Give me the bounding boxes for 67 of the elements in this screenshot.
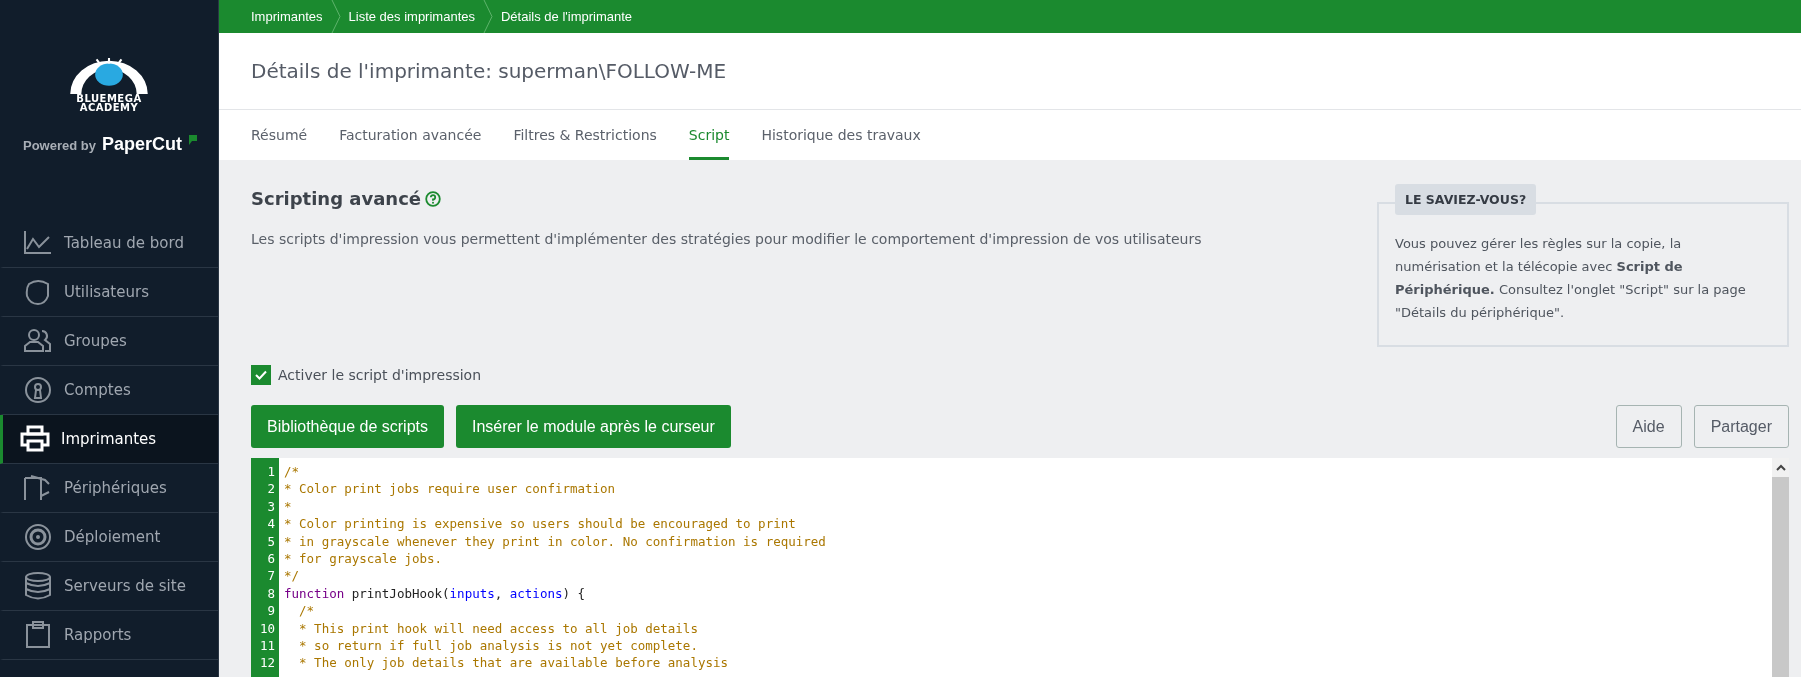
chevron-icon [330, 0, 341, 33]
code-line: /* [284, 463, 301, 481]
tip-text: Vous pouvez gérer les règles sur la copie, la numérisation et la télécopie avec Script de Périphérique. Consultez l'onglet "Script" sur la page "Détails du périphérique". [1395, 235, 1747, 322]
toolbar-button[interactable]: Aide [1615, 405, 1682, 448]
line-number: 12 [258, 654, 276, 672]
tab[interactable]: Script [688, 110, 730, 160]
code-line: function printJobHook(inputs, actions) { [284, 584, 587, 603]
toolbar-button[interactable]: Bibliothèque de scripts [251, 405, 444, 448]
code-line: * so return if full job analysis is not yet complete. [298, 637, 699, 655]
toolbar-button[interactable]: Insérer le module après le curseur [456, 405, 731, 448]
code-line: * in grayscale whenever they print in color. No confirmation is required [284, 532, 827, 551]
sidebar-item[interactable]: Déploiement [0, 513, 218, 562]
line-number: 5 [266, 532, 276, 551]
checkmark-icon [255, 370, 267, 380]
line-number: 3 [266, 497, 276, 516]
breadcrumb-link[interactable]: Détails de l'imprimante [501, 9, 633, 24]
line-number: 11 [258, 637, 276, 655]
toolbar-button[interactable]: Partager [1693, 405, 1789, 448]
code-line: */ [284, 567, 301, 585]
sidebar-item[interactable]: Utilisateurs [0, 268, 218, 317]
code-line: * Color print jobs require user confirmation [284, 480, 617, 498]
tip-title: LE SAVIEZ-VOUS? [1395, 184, 1537, 215]
line-number: 9 [266, 602, 276, 620]
powered-by-text: Powered by [23, 138, 96, 153]
tab[interactable]: Filtres & Restrictions [513, 110, 657, 160]
help-icon [425, 190, 442, 207]
breadcrumb-link[interactable]: Imprimantes [251, 9, 323, 24]
sidebar-item[interactable]: Périphériques [0, 464, 218, 513]
code-line: /* [298, 602, 316, 620]
breadcrumb-link[interactable]: Liste des imprimantes [348, 9, 475, 24]
line-number: 1 [266, 463, 276, 481]
line-number: 6 [266, 550, 276, 568]
code-line: * This print hook will need access to all job details [298, 619, 699, 638]
section-description: Les scripts d'impression vous permettent d'implémenter des stratégies pour modifier le comportement d'impression de vos utilisateurs [251, 231, 1202, 247]
tab[interactable]: Résumé [251, 110, 308, 160]
tab[interactable]: Facturation avancée [339, 110, 482, 160]
line-number: 10 [258, 619, 276, 638]
target-icon [23, 523, 53, 551]
code-editor[interactable] [251, 458, 1789, 677]
page-title: Détails de l'imprimante: superman\FOLLOW-ME [251, 59, 727, 83]
database-icon [23, 572, 53, 600]
line-number: 4 [266, 515, 276, 533]
code-line: * Color printing is expensive so users should be encouraged to print [284, 515, 797, 533]
academy-logo: BLUEMEGA ACADEMY [0, 58, 218, 112]
brand-logo: PaperCut [101, 134, 182, 155]
clipboard-icon [23, 621, 53, 649]
group-icon [23, 327, 53, 355]
keyhole-icon [23, 376, 53, 404]
line-number: 2 [266, 480, 276, 498]
tab[interactable]: Historique des travaux [761, 110, 921, 160]
code-line: * [284, 497, 293, 516]
chart-icon [23, 229, 53, 257]
sidebar-item[interactable]: Rapports [0, 611, 218, 660]
section-title: Scripting avancé [251, 188, 422, 209]
sidebar-item[interactable]: Imprimantes [0, 415, 218, 464]
caret-up-icon [1775, 464, 1786, 471]
checkbox-label: Activer le script d'impression [278, 367, 482, 383]
line-number: 8 [266, 584, 276, 603]
sidebar-item[interactable]: Serveurs de site [0, 562, 218, 611]
sidebar-item[interactable]: Tableau de bord [0, 219, 218, 268]
code-line: * The only job details that are available before analysis [298, 654, 729, 672]
sidebar-item[interactable]: Groupes [0, 317, 218, 366]
printer-icon [20, 425, 50, 453]
checkbox[interactable] [251, 365, 271, 385]
line-number: 7 [266, 567, 276, 585]
code-line: * for grayscale jobs. [284, 550, 444, 568]
chevron-icon [483, 0, 493, 33]
